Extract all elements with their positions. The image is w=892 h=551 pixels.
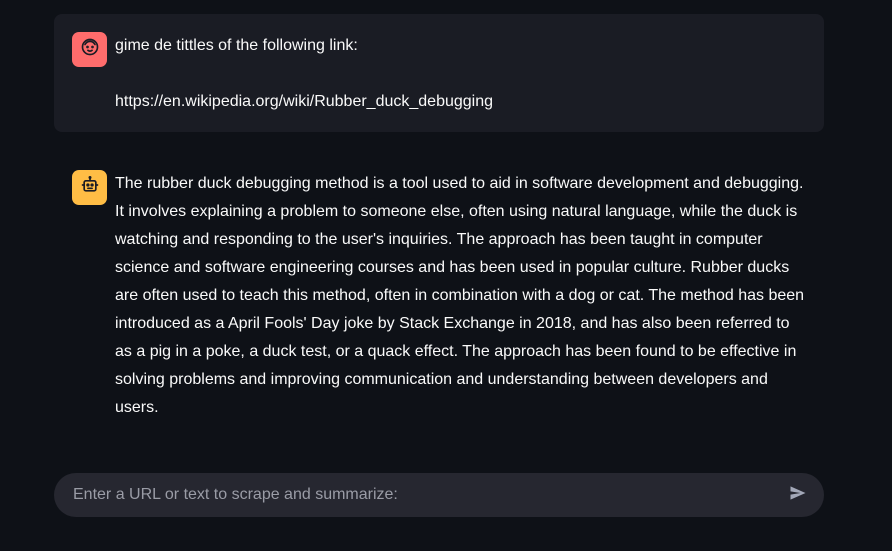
- assistant-avatar: [72, 170, 107, 205]
- send-button[interactable]: [776, 473, 820, 517]
- user-face-icon: [80, 37, 100, 62]
- chat-app: gime de tittles of the following link: h…: [0, 0, 892, 551]
- robot-icon: [80, 175, 100, 200]
- send-icon: [788, 483, 808, 508]
- user-message: gime de tittles of the following link: h…: [54, 14, 824, 132]
- user-avatar: [72, 32, 107, 67]
- user-message-link: https://en.wikipedia.org/wiki/Rubber_duc…: [115, 93, 494, 110]
- assistant-message-text: The rubber duck debugging method is a to…: [115, 175, 805, 416]
- chat-input-bar: [54, 473, 824, 517]
- user-message-text: gime de tittles of the following link: h…: [115, 32, 808, 116]
- user-message-line: gime de tittles of the following link:: [115, 37, 358, 54]
- chat-input[interactable]: [54, 473, 776, 517]
- assistant-message: The rubber duck debugging method is a to…: [54, 152, 824, 422]
